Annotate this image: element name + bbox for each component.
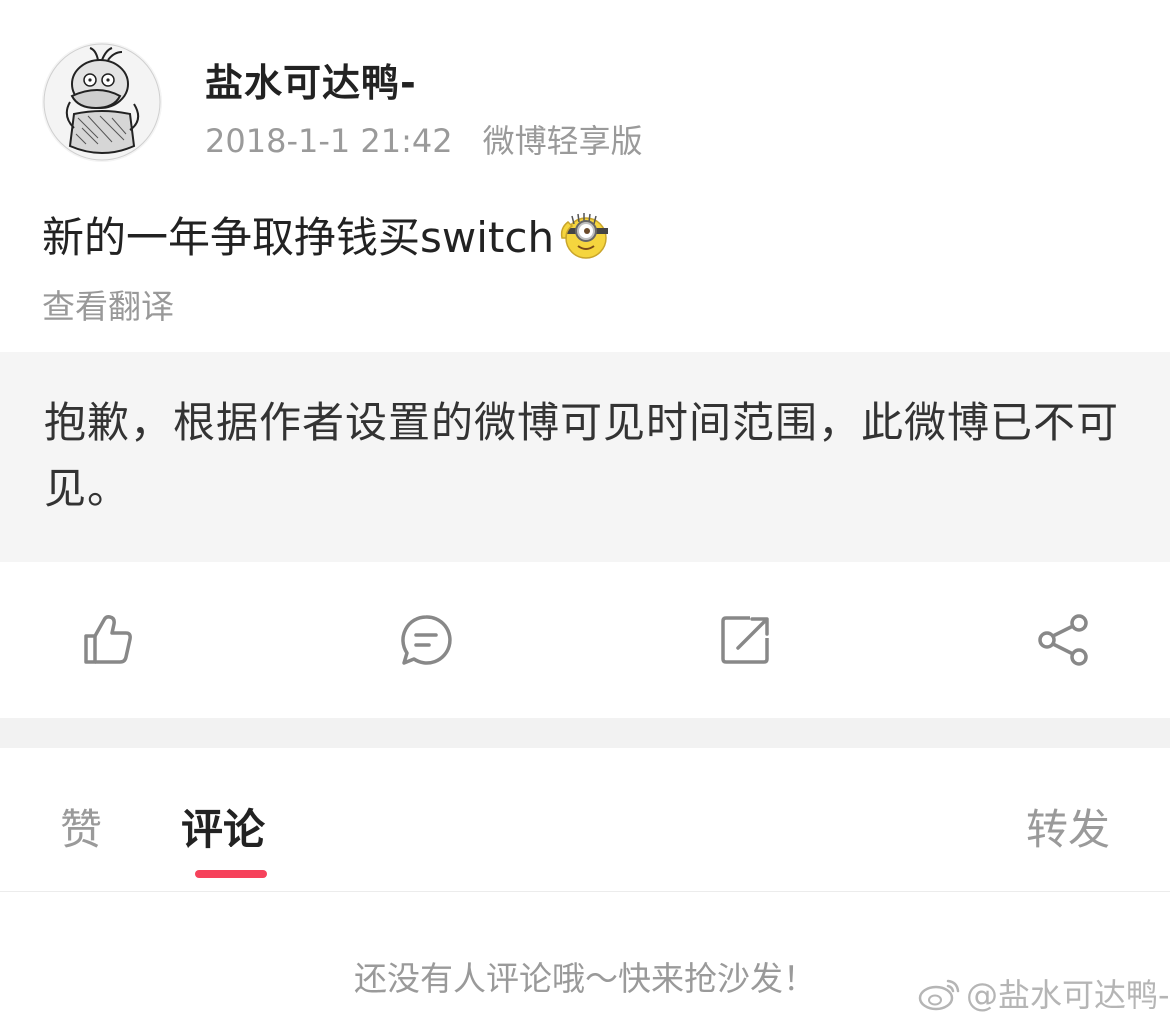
post-meta: 2018-1-1 21:42 微博轻享版 xyxy=(205,116,643,162)
active-tab-indicator xyxy=(195,870,267,878)
section-divider xyxy=(0,718,1170,748)
tab-reposts[interactable]: 转发 xyxy=(1026,796,1110,857)
watermark: @盐水可达鸭- xyxy=(918,970,1170,1016)
avatar[interactable] xyxy=(42,42,162,162)
share-button[interactable] xyxy=(1035,612,1091,668)
tab-comments[interactable]: 评论 xyxy=(181,796,265,857)
translate-link[interactable]: 查看翻译 xyxy=(42,280,174,328)
weibo-post-page: 盐水可达鸭- 2018-1-1 21:42 微博轻享版 新的一年争取挣钱买swit… xyxy=(0,0,1170,1018)
like-button[interactable] xyxy=(80,612,136,668)
action-bar xyxy=(0,562,1170,718)
post-text-content: 新的一年争取挣钱买switch xyxy=(42,213,555,262)
comment-button[interactable] xyxy=(398,612,454,668)
post-source: 微博轻享版 xyxy=(482,122,643,160)
repost-icon xyxy=(721,616,769,664)
watermark-text: @盐水可达鸭- xyxy=(966,976,1170,1014)
visibility-notice: 抱歉，根据作者设置的微博可见时间范围，此微博已不可见。 xyxy=(0,352,1170,562)
comment-icon xyxy=(401,615,452,665)
visibility-notice-text: 抱歉，根据作者设置的微博可见时间范围，此微博已不可见。 xyxy=(44,398,1120,513)
repost-button[interactable] xyxy=(718,612,774,668)
post-timestamp: 2018-1-1 21:42 xyxy=(205,122,453,160)
tab-likes[interactable]: 赞 xyxy=(60,796,102,857)
author-name[interactable]: 盐水可达鸭- xyxy=(205,52,417,107)
psyduck-sketch-icon xyxy=(42,42,162,162)
share-icon xyxy=(1038,614,1088,666)
thumbs-up-icon xyxy=(84,615,132,664)
weibo-logo-icon xyxy=(918,979,960,1011)
tab-bar: 赞 评论 转发 xyxy=(0,748,1170,892)
post-text: 新的一年争取挣钱买switch xyxy=(42,204,612,265)
minion-emoji-icon xyxy=(558,208,612,262)
